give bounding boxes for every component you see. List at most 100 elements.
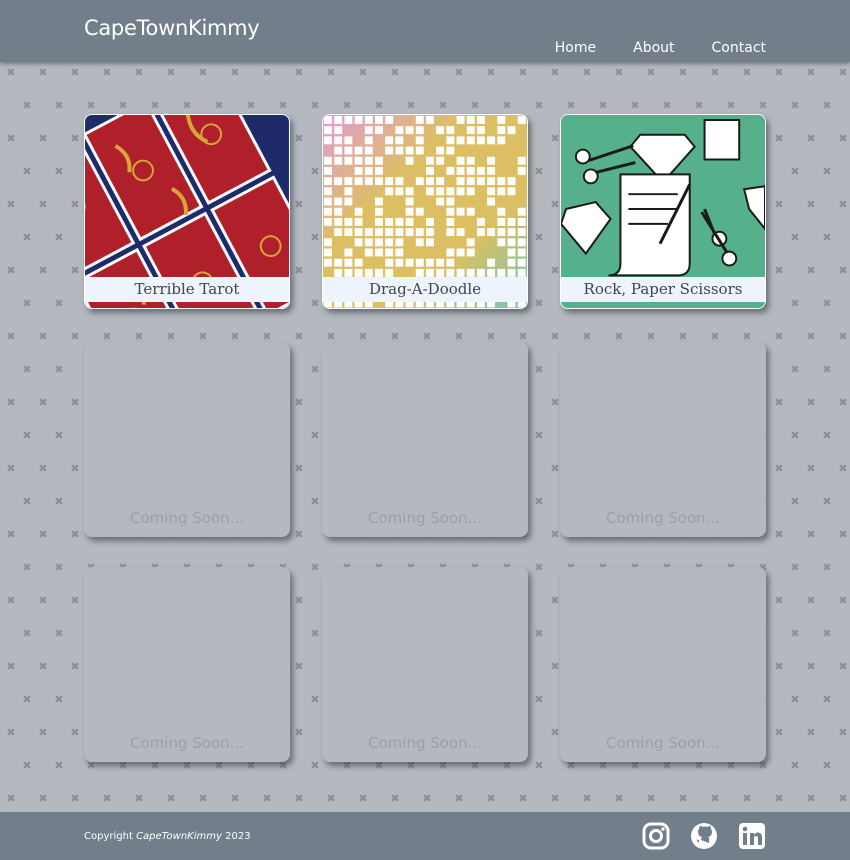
pattern-x-mark: ✖	[598, 759, 608, 772]
pixel-cell	[456, 177, 465, 186]
pixel-cell	[354, 207, 363, 216]
project-card-terrible-tarot[interactable]: Terrible Tarot	[84, 114, 290, 309]
pixel-cell	[456, 228, 465, 237]
pattern-x-mark: ✖	[774, 66, 784, 79]
pattern-x-mark: ✖	[614, 66, 624, 79]
pattern-x-mark: ✖	[534, 759, 544, 772]
pixel-cell	[425, 115, 434, 124]
pattern-x-mark: ✖	[166, 66, 176, 79]
pixel-cell	[425, 258, 434, 267]
pattern-x-mark: ✖	[22, 495, 32, 508]
pixel-cell	[375, 268, 383, 277]
pixel-cell	[405, 258, 414, 267]
pattern-x-mark: ✖	[38, 66, 48, 79]
pattern-x-mark: ✖	[246, 759, 256, 772]
pattern-x-mark: ✖	[38, 462, 48, 475]
pattern-x-mark: ✖	[22, 627, 32, 640]
pixel-cell	[436, 177, 445, 186]
pixel-cell	[375, 238, 383, 247]
pattern-x-mark: ✖	[486, 66, 496, 79]
pattern-x-mark: ✖	[422, 66, 432, 79]
pixel-cell	[405, 217, 414, 226]
site-footer: Copyright CapeTownKimmy 2023	[0, 812, 850, 860]
pattern-x-mark: ✖	[54, 165, 64, 178]
pattern-x-mark: ✖	[326, 792, 336, 805]
pattern-x-mark: ✖	[54, 99, 64, 112]
pixel-cell	[354, 258, 363, 267]
pattern-x-mark: ✖	[38, 594, 48, 607]
pixel-cell	[334, 126, 343, 135]
pattern-x-mark: ✖	[54, 561, 64, 574]
pattern-x-mark: ✖	[438, 99, 448, 112]
pixel-cell	[497, 177, 506, 186]
pixel-cell	[456, 187, 465, 196]
pixel-cell	[507, 228, 516, 237]
pixel-cell	[344, 228, 353, 237]
pixel-cell	[354, 115, 363, 124]
pixel-cell	[364, 268, 373, 277]
pattern-x-mark: ✖	[70, 198, 80, 211]
main-nav: Home About Contact	[555, 40, 766, 56]
pattern-x-mark: ✖	[22, 693, 32, 706]
pattern-x-mark: ✖	[838, 462, 848, 475]
pattern-x-mark: ✖	[790, 165, 800, 178]
pixel-cell	[466, 126, 475, 135]
pattern-x-mark: ✖	[630, 99, 640, 112]
pattern-x-mark: ✖	[726, 99, 736, 112]
instagram-icon[interactable]	[642, 822, 670, 850]
pixel-cell	[375, 217, 383, 226]
pixel-cell	[405, 146, 414, 155]
pixel-cell	[334, 258, 343, 267]
nav-home-link[interactable]: Home	[555, 40, 596, 56]
pattern-x-mark: ✖	[278, 99, 288, 112]
pattern-x-mark: ✖	[822, 495, 832, 508]
pixel-cell	[385, 228, 394, 237]
project-title: Terrible Tarot	[85, 277, 289, 302]
pixel-cell	[354, 238, 363, 247]
pixel-cell	[344, 136, 353, 145]
pattern-x-mark: ✖	[166, 792, 176, 805]
nav-contact-link[interactable]: Contact	[712, 40, 766, 56]
pixel-cell	[476, 115, 485, 124]
github-icon[interactable]	[690, 822, 718, 850]
pixel-cell	[344, 248, 353, 257]
project-card-rock-paper-scissors[interactable]: Rock, Paper Scissors	[560, 114, 766, 309]
pattern-x-mark: ✖	[278, 759, 288, 772]
pattern-x-mark: ✖	[790, 693, 800, 706]
pattern-x-mark: ✖	[38, 330, 48, 343]
pattern-x-mark: ✖	[406, 759, 416, 772]
projects-grid: Terrible Tarot Drag-A-Doodle Rock, Paper…	[84, 114, 766, 762]
site-brand[interactable]: CapeTownKimmy	[84, 16, 260, 40]
pixel-cell	[517, 115, 526, 124]
pixel-cell	[334, 228, 343, 237]
pixel-cell	[395, 248, 404, 257]
pixel-cell	[385, 115, 394, 124]
pattern-x-mark: ✖	[6, 462, 16, 475]
pixel-cell	[395, 126, 404, 135]
pixel-cell	[324, 126, 332, 135]
project-card-drag-a-doodle[interactable]: Drag-A-Doodle	[322, 114, 528, 309]
pixel-cell	[364, 177, 373, 186]
pattern-x-mark: ✖	[22, 165, 32, 178]
pixel-cell	[487, 258, 496, 267]
nav-about-link[interactable]: About	[633, 40, 674, 56]
pattern-x-mark: ✖	[838, 66, 848, 79]
pattern-x-mark: ✖	[70, 528, 80, 541]
coming-soon-card: Coming Soon...	[322, 567, 528, 762]
pixel-cell	[446, 146, 455, 155]
pattern-x-mark: ✖	[822, 759, 832, 772]
pattern-x-mark: ✖	[790, 627, 800, 640]
pattern-x-mark: ✖	[54, 297, 64, 310]
coming-soon-label: Coming Soon...	[130, 734, 244, 752]
pattern-x-mark: ✖	[774, 132, 784, 145]
pixel-cell	[324, 187, 332, 196]
pixel-cell	[476, 217, 485, 226]
pattern-x-mark: ✖	[38, 198, 48, 211]
pixel-cell	[344, 217, 353, 226]
pixel-cell	[466, 238, 475, 247]
pixel-cell	[364, 166, 373, 175]
pattern-x-mark: ✖	[358, 792, 368, 805]
linkedin-icon[interactable]	[738, 822, 766, 850]
pattern-x-mark: ✖	[838, 330, 848, 343]
pixel-cell	[375, 197, 383, 206]
